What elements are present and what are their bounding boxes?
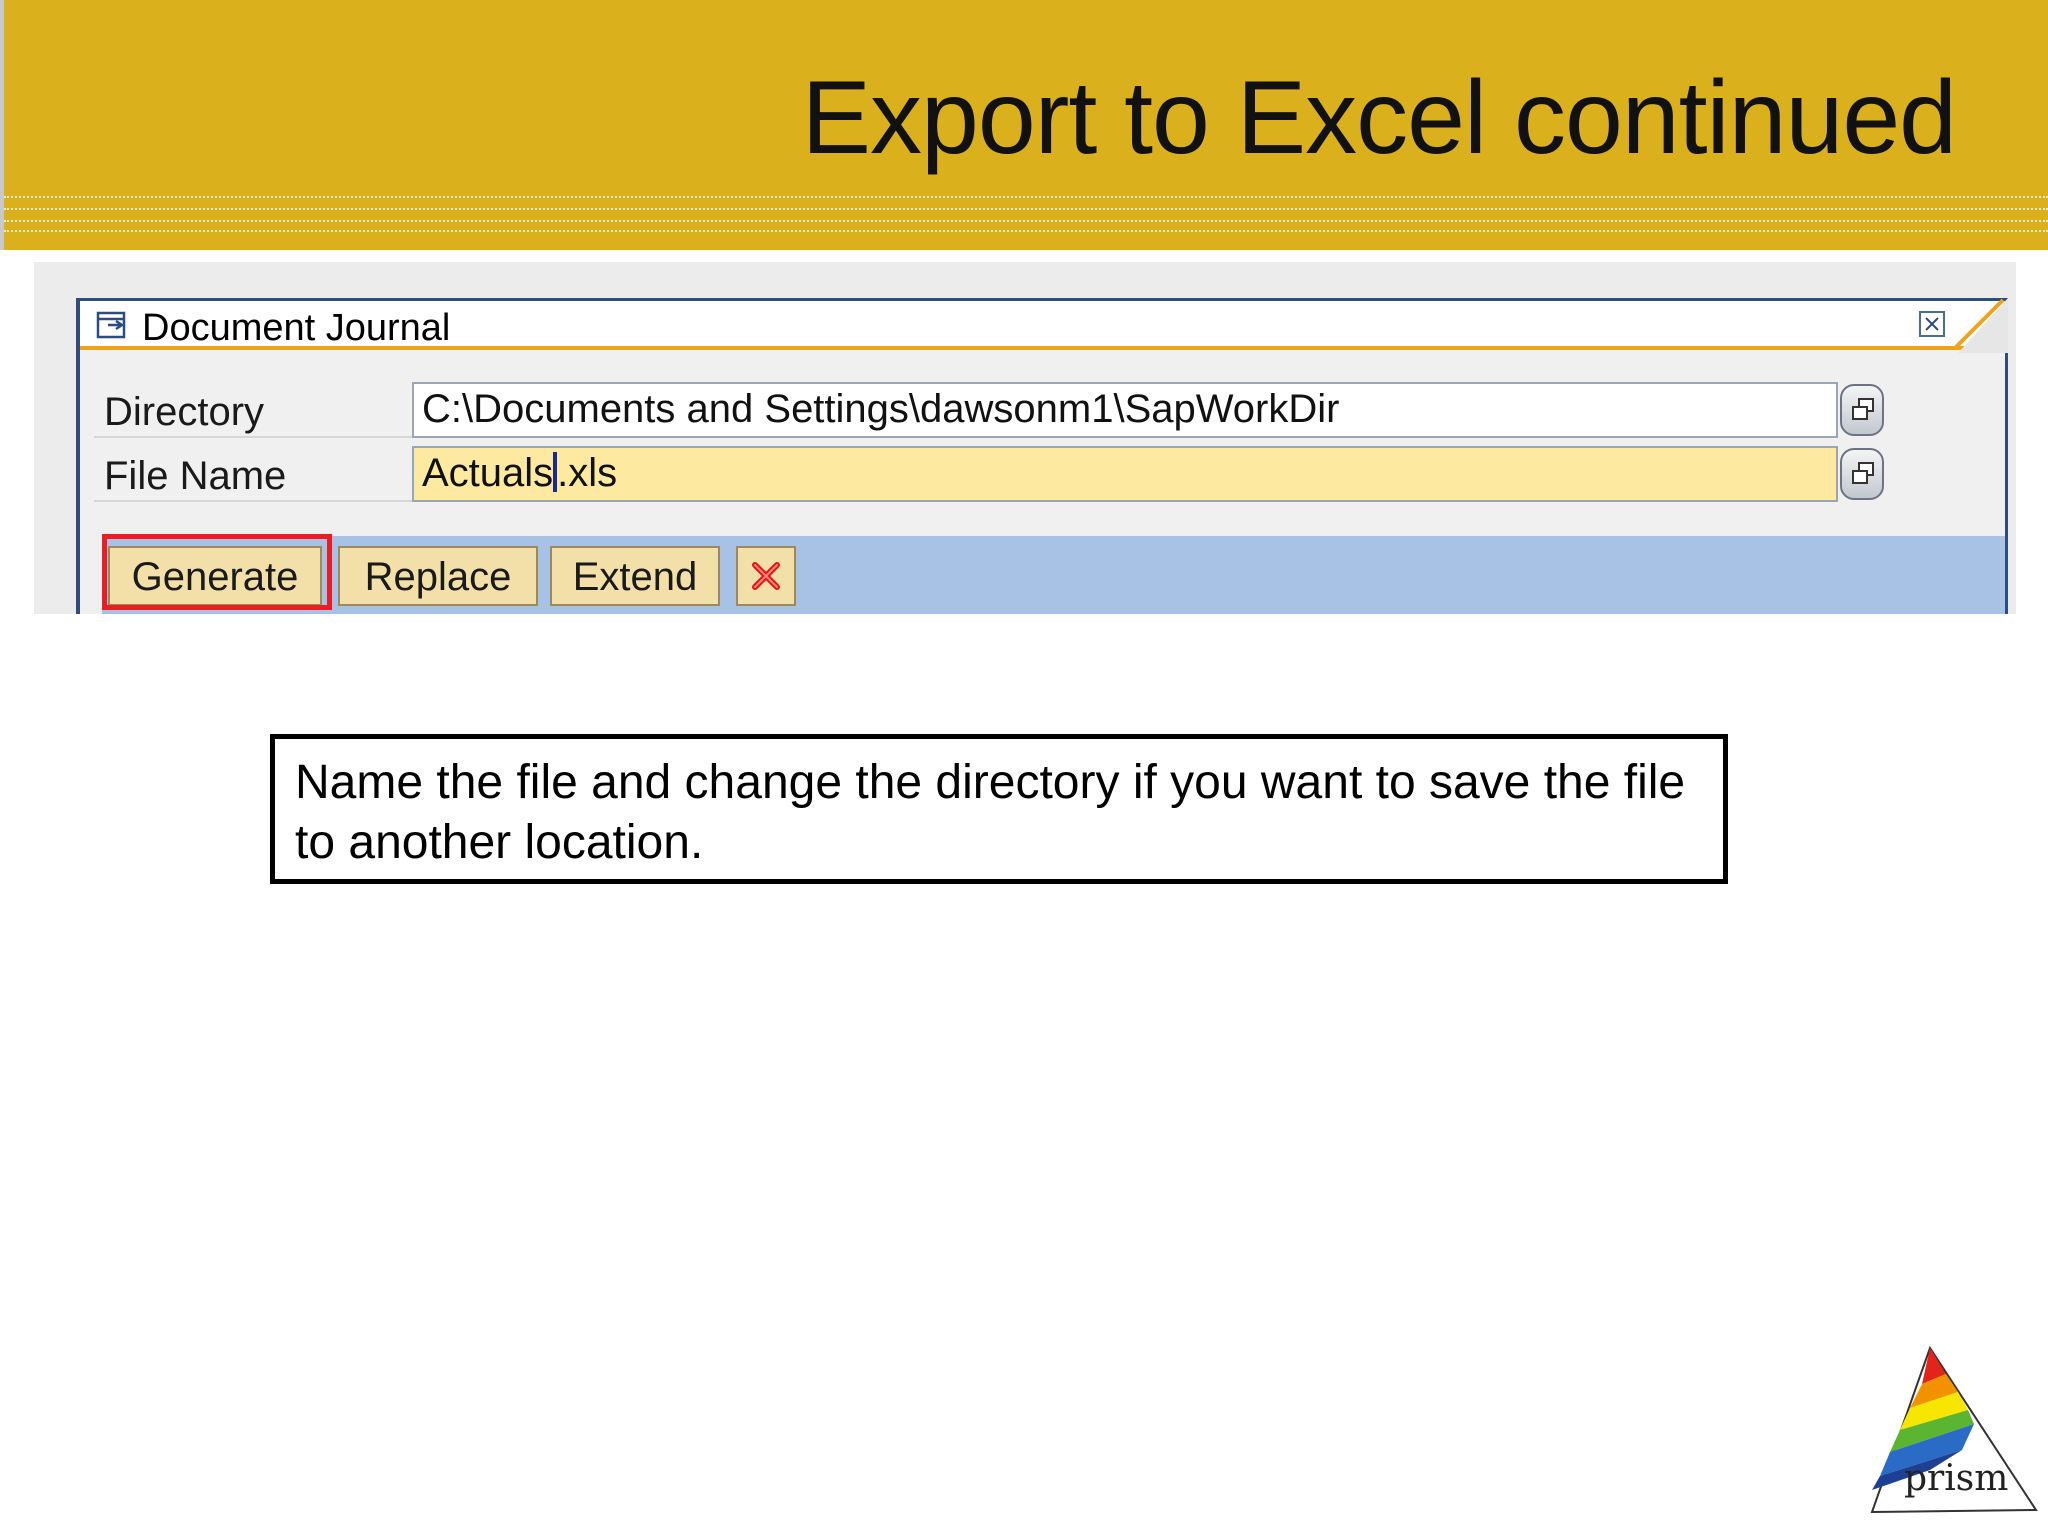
directory-field[interactable]: C:\Documents and Settings\dawsonm1\SapWo… (412, 382, 1838, 438)
prism-logo-text: prism (1904, 1458, 2009, 1499)
header-dotted-line (4, 208, 2048, 210)
header-dotted-line (4, 220, 2048, 222)
dialog-titlebar: Document Journal (80, 298, 2008, 353)
replace-button[interactable]: Replace (338, 546, 538, 606)
cancel-button[interactable] (736, 546, 796, 606)
document-journal-dialog: Document Journal Directory C:\Documents … (76, 298, 2008, 614)
slide-header: Export to Excel continued (0, 0, 2048, 250)
window-icon (96, 311, 126, 339)
titlebar-corner-line (1955, 298, 2005, 350)
generate-highlight-box (102, 534, 332, 610)
close-icon[interactable] (1919, 311, 1945, 337)
file-name-value-help-button[interactable] (1840, 448, 1884, 500)
header-edge (0, 0, 4, 250)
slide-title: Export to Excel continued (801, 60, 1957, 176)
directory-label: Directory (104, 390, 265, 434)
file-name-field[interactable]: Actuals .xls (412, 446, 1838, 502)
dialog-title: Document Journal (142, 307, 451, 349)
instruction-callout: Name the file and change the directory i… (270, 734, 1728, 884)
extend-button[interactable]: Extend (550, 546, 720, 606)
cancel-x-icon (752, 562, 780, 590)
file-name-label: File Name (104, 454, 287, 498)
file-name-extension: .xls (557, 451, 618, 495)
header-dotted-line (4, 196, 2048, 198)
header-dotted-line (4, 230, 2048, 232)
directory-value-help-button[interactable] (1840, 384, 1884, 436)
file-name-text: Actuals (422, 451, 554, 495)
